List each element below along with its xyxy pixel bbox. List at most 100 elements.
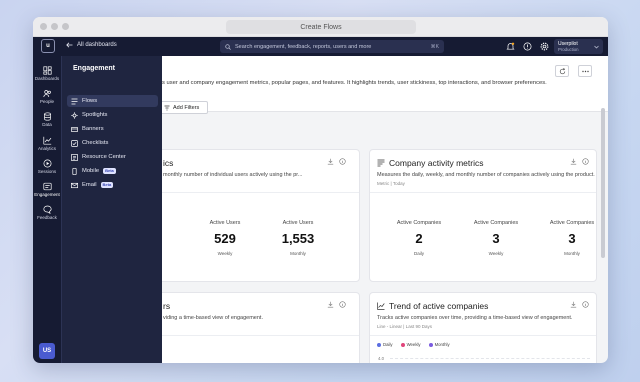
metric-label: Active Companies xyxy=(549,220,595,226)
card-title: Company activity metrics xyxy=(389,158,484,168)
flyout-item-banners[interactable]: Banners xyxy=(67,123,158,135)
engagement-icon xyxy=(42,182,52,190)
rail-label: Data xyxy=(42,121,52,127)
legend-monthly[interactable]: Monthly xyxy=(428,342,450,347)
zoom-dot[interactable] xyxy=(62,23,69,30)
dashboard-header: s user and company engagement metrics, p… xyxy=(162,56,608,114)
download-icon[interactable] xyxy=(570,158,577,165)
info-icon[interactable] xyxy=(582,158,589,165)
flyout-item-flows[interactable]: Flows xyxy=(67,95,158,107)
flyout-item-label: Mobile xyxy=(82,168,100,174)
help-icon[interactable] xyxy=(522,41,533,52)
card-subtitle: Measures the daily, weekly, and monthly … xyxy=(377,172,595,178)
title-bar: Create Flows xyxy=(33,17,608,37)
settings-gear-icon[interactable] xyxy=(539,41,550,52)
metric-period: Weekly xyxy=(217,251,233,256)
search-icon xyxy=(225,43,231,50)
close-dot[interactable] xyxy=(40,23,47,30)
info-icon[interactable] xyxy=(339,158,346,165)
download-icon[interactable] xyxy=(327,301,334,308)
search-shortcut: ⌘K xyxy=(430,43,439,50)
metric-period: Monthly xyxy=(290,251,306,256)
legend-swatch xyxy=(428,342,433,347)
content-scrollbar[interactable] xyxy=(601,108,605,258)
rail-item-engagement[interactable]: Engagement xyxy=(33,178,61,200)
flyout-item-checklists[interactable]: Checklists xyxy=(67,137,158,149)
metric-weekly-active-companies: Active Companies 3 Weekly xyxy=(466,220,526,256)
analytics-icon xyxy=(42,136,51,145)
rail-item-feedback[interactable]: Feedback xyxy=(33,201,61,223)
metric-daily-active-companies: Active Companies 2 Daily xyxy=(389,220,449,256)
metric-period: Monthly xyxy=(564,251,580,256)
download-icon[interactable] xyxy=(570,301,577,308)
browser-window: Create Flows u All dashboards Search eng… xyxy=(33,17,608,363)
app-logo[interactable]: u xyxy=(41,39,55,53)
refresh-button[interactable] xyxy=(555,65,569,77)
rail-label: Analytics xyxy=(37,145,56,151)
flyout-item-label: Banners xyxy=(82,126,104,132)
rail-item-data[interactable]: Data xyxy=(33,108,61,130)
rail-label: Dashboards xyxy=(34,75,60,81)
add-filters-button[interactable]: Add Filters xyxy=(162,101,208,114)
grid-line xyxy=(390,358,590,359)
engagement-flyout-menu: Engagement Flows Spotlights Banners Chec… xyxy=(61,56,162,363)
line-chart-icon xyxy=(377,302,385,310)
card-actions xyxy=(327,158,346,165)
search-placeholder: Search engagement, feedback, reports, us… xyxy=(235,43,372,50)
beta-badge: Beta xyxy=(100,182,114,188)
info-icon[interactable] xyxy=(339,301,346,308)
user-avatar[interactable]: US xyxy=(39,343,55,359)
all-dashboards-link[interactable]: All dashboards xyxy=(66,42,117,48)
rail-item-people[interactable]: People xyxy=(33,85,61,107)
metric-label: Active Companies xyxy=(473,220,519,226)
y-axis-tick: 4.0 xyxy=(378,356,384,361)
dashboard-icon xyxy=(42,65,52,75)
rail-item-dashboards[interactable]: Dashboards xyxy=(33,62,61,84)
card-actions xyxy=(570,301,589,308)
dashboard-content: s user and company engagement metrics, p… xyxy=(162,56,608,363)
more-options-button[interactable] xyxy=(578,65,592,77)
flyout-item-resource-center[interactable]: Resource Center xyxy=(67,151,158,163)
account-switcher[interactable]: Userpilot Production xyxy=(554,39,603,54)
metric-period: Weekly xyxy=(488,251,504,256)
info-icon[interactable] xyxy=(582,301,589,308)
flyout-item-email[interactable]: Email Beta xyxy=(67,179,158,191)
legend-label: Weekly xyxy=(406,342,421,347)
metric-monthly-active-companies: Active Companies 3 Monthly xyxy=(542,220,602,256)
flyout-item-mobile[interactable]: Mobile Beta xyxy=(67,165,158,177)
metric-value: 3 xyxy=(568,231,576,246)
account-environment: Production xyxy=(558,46,579,52)
legend-weekly[interactable]: Weekly xyxy=(400,342,421,347)
top-navigation: u All dashboards Search engagement, feed… xyxy=(33,37,608,56)
download-icon[interactable] xyxy=(327,158,334,165)
chevron-down-icon xyxy=(594,45,599,48)
email-icon xyxy=(71,182,78,188)
flyout-item-spotlights[interactable]: Spotlights xyxy=(67,109,158,121)
rail-label: Feedback xyxy=(37,214,57,220)
metric-label: Active Users xyxy=(209,220,241,226)
card-subtitle: Tracks active companies over time, provi… xyxy=(377,315,573,321)
url-bar[interactable]: Create Flows xyxy=(226,20,416,34)
chart-legend: Daily Weekly Monthly xyxy=(377,342,450,347)
minimize-dot[interactable] xyxy=(51,23,58,30)
mobile-icon xyxy=(72,167,77,175)
arrow-left-icon xyxy=(66,42,73,48)
database-icon xyxy=(43,111,51,121)
metric-label: Active Companies xyxy=(396,220,442,226)
legend-swatch xyxy=(400,342,405,347)
flyout-item-label: Resource Center xyxy=(82,154,126,160)
global-search[interactable]: Search engagement, feedback, reports, us… xyxy=(220,40,444,53)
legend-label: Daily xyxy=(383,342,393,347)
rail-item-sessions[interactable]: Sessions xyxy=(33,155,61,177)
notifications-icon[interactable] xyxy=(505,41,516,52)
rail-item-analytics[interactable]: Analytics xyxy=(33,132,61,154)
metric-weekly-active-users: Active Users 529 Weekly xyxy=(195,220,255,256)
card-divider xyxy=(162,335,359,336)
company-trend-card: Trend of active companies Tracks active … xyxy=(369,292,597,363)
play-icon xyxy=(43,159,51,167)
banner-icon xyxy=(71,126,78,132)
feedback-icon xyxy=(42,205,52,214)
legend-daily[interactable]: Daily xyxy=(377,342,393,347)
metric-label: Active Users xyxy=(282,220,314,226)
window-controls[interactable] xyxy=(40,23,69,30)
